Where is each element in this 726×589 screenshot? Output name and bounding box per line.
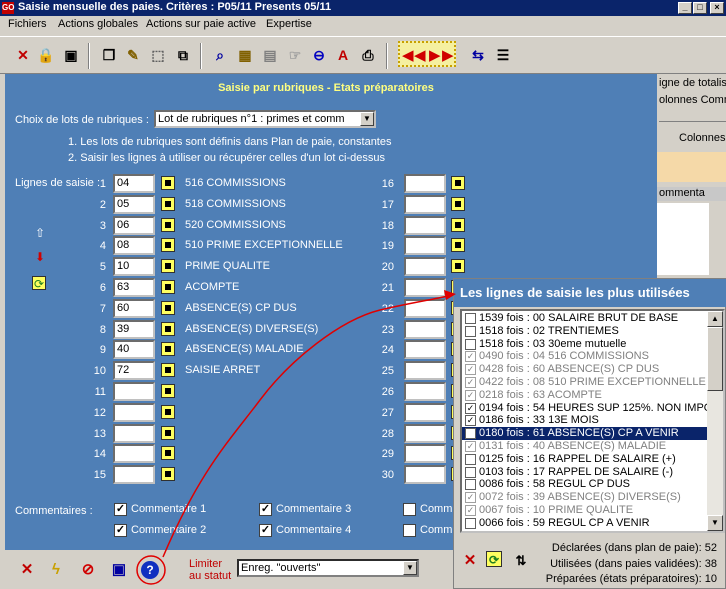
annotation-arrow	[162, 295, 449, 558]
annotation-overlay	[136, 290, 456, 585]
annotation-arrowhead	[444, 290, 456, 300]
help-highlight-circle	[136, 555, 166, 585]
